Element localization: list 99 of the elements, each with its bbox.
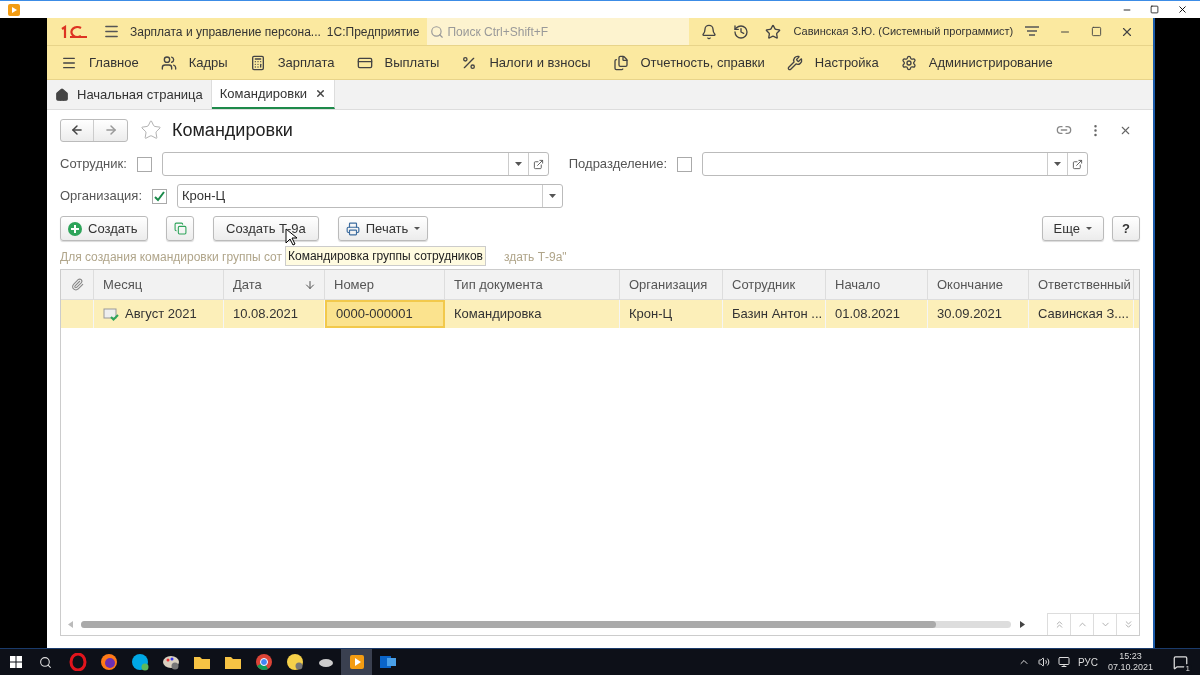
app-title: Зарплата и управление персона... [130, 23, 321, 41]
search-icon[interactable] [39, 655, 52, 669]
maximize-icon[interactable] [1150, 5, 1159, 14]
print-button[interactable]: Печать [337, 216, 429, 241]
field-label: Организация: [60, 187, 143, 206]
column-header[interactable]: Начало [826, 270, 928, 299]
create-t9a-button[interactable]: Создать Т-9а [213, 216, 319, 241]
horizontal-scrollbar[interactable] [81, 620, 1011, 628]
clock-time[interactable]: 15:23 [1119, 651, 1142, 662]
copy-icon [173, 222, 187, 235]
open-icon[interactable] [1072, 158, 1084, 170]
history-icon[interactable] [733, 23, 750, 40]
sort-icon [304, 279, 316, 291]
section-menu-item[interactable]: Отчетность, справки [612, 52, 765, 73]
close-icon[interactable] [315, 88, 327, 99]
volume-icon[interactable] [1037, 656, 1050, 668]
column-header[interactable]: Тип документа [445, 270, 620, 299]
close-icon[interactable] [1177, 4, 1188, 15]
caret-icon [414, 227, 421, 230]
select-field[interactable] [702, 152, 1089, 176]
table-cell: Август 2021 [94, 300, 224, 328]
column-header[interactable]: Дата [224, 270, 325, 299]
star-icon[interactable] [765, 23, 782, 40]
taskbar-app[interactable] [341, 649, 372, 675]
palette-icon [161, 653, 180, 671]
bell-icon[interactable] [701, 23, 718, 40]
player-icon [347, 653, 366, 671]
open-icon[interactable] [532, 158, 544, 170]
plus-icon [68, 221, 82, 236]
search-icon [430, 24, 445, 39]
table-cell: 0000-000001 [325, 300, 445, 328]
create-button[interactable]: Создать [60, 216, 148, 241]
more-button[interactable]: Еще [1041, 216, 1104, 241]
star-icon[interactable] [140, 119, 162, 141]
clock-date[interactable]: 07.10.2021 [1107, 662, 1153, 673]
column-header[interactable]: Окончание [928, 270, 1029, 299]
calculator-icon [249, 54, 266, 71]
tab[interactable]: Начальная страница [47, 80, 212, 109]
network-icon[interactable] [1057, 656, 1070, 668]
home-icon [55, 87, 69, 102]
user-name[interactable]: Савинская З.Ю. (Системный программист) [793, 23, 1014, 40]
checkbox[interactable] [152, 188, 168, 204]
language-indicator[interactable]: РУС [1077, 654, 1098, 670]
column-header[interactable]: Номер [325, 270, 445, 299]
maximize-icon[interactable] [1091, 26, 1103, 37]
table-cell: Савинская З.... [1029, 300, 1134, 328]
dropdown-icon[interactable] [549, 194, 557, 198]
dropdown-icon[interactable] [1054, 162, 1062, 166]
percent-icon [461, 54, 478, 71]
table-cell: Командировка [445, 300, 620, 328]
section-menu-item[interactable]: Выплаты [356, 52, 440, 73]
forward-icon[interactable] [103, 123, 118, 137]
platform-name: 1С:Предприятие [326, 23, 420, 41]
document-posted-icon [103, 307, 119, 321]
column-header[interactable]: Организация [620, 270, 723, 299]
section-menu-item[interactable]: Налоги и взносы [461, 52, 591, 73]
form-title: Командировки [172, 118, 293, 142]
back-icon[interactable] [70, 123, 84, 137]
people-icon [160, 54, 177, 71]
checkbox[interactable] [136, 156, 152, 172]
table-row[interactable]: Август 2021 10.08.2021 0000-000001 Командировка Крон-Ц Базин Антон ... 01.08.2021 30.09.2021 Савинская З.... [61, 300, 1139, 328]
tab[interactable]: Командировки [211, 80, 336, 109]
windows-start-icon[interactable] [10, 656, 22, 668]
help-button[interactable]: ? [1112, 216, 1140, 241]
section-menu-item[interactable]: Настройка [786, 52, 879, 73]
select-field[interactable] [161, 152, 549, 176]
tooltip: Командировка группы сотрудников [285, 246, 486, 266]
app-icon [285, 653, 304, 671]
table-cell: Крон-Ц [620, 300, 723, 328]
copy-button[interactable] [166, 216, 194, 241]
table-cell: Базин Антон ... [723, 300, 826, 328]
dropdown-icon[interactable] [514, 162, 522, 166]
hint-text: здать Т-9а" [503, 249, 567, 266]
field-label: Сотрудник: [60, 155, 127, 174]
select-field[interactable]: Крон-Ц [177, 184, 564, 208]
section-menu-item[interactable]: Кадры [160, 52, 228, 73]
documents-icon [612, 54, 629, 71]
table-cell: 01.08.2021 [826, 300, 928, 328]
section-menu-item[interactable]: Администрирование [900, 52, 1053, 73]
column-header[interactable]: Месяц [94, 270, 224, 299]
logo-icon [59, 24, 89, 39]
scroll-right-icon[interactable] [1020, 620, 1025, 628]
section-menu-item[interactable]: Зарплата [249, 52, 335, 73]
attachment-icon [70, 278, 84, 291]
notification-count: 1 [1183, 663, 1192, 673]
section-menu-item[interactable]: Главное [61, 52, 139, 73]
column-header[interactable]: Сотрудник [723, 270, 826, 299]
hint-text: Для создания командировки группы сот [60, 249, 282, 266]
column-header[interactable]: Ответственный [1029, 270, 1134, 299]
notifications-icon[interactable] [1173, 654, 1188, 670]
filter-icon[interactable] [1025, 25, 1040, 38]
field-label: Подразделение: [568, 155, 668, 174]
checkbox[interactable] [677, 156, 693, 172]
printer-icon [345, 221, 360, 236]
caret-icon [1086, 227, 1092, 230]
settings-icon [900, 54, 917, 71]
wrench-icon [786, 54, 803, 71]
table-cell: 30.09.2021 [928, 300, 1029, 328]
menu-icon[interactable] [103, 23, 120, 40]
